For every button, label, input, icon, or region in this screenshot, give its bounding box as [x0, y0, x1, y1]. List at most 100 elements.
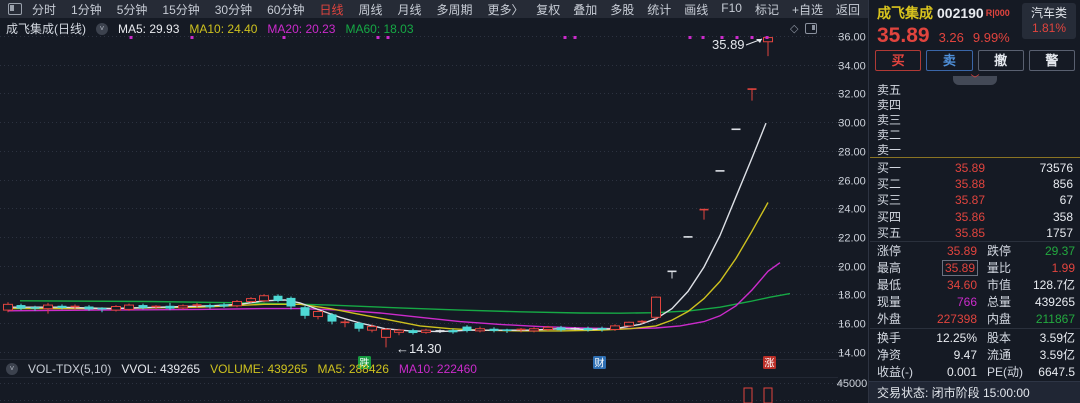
stat-row: 外盘227398内盘211867: [877, 311, 1075, 328]
stat-value: 35.89: [911, 260, 977, 277]
stat-label: 市值: [987, 277, 1011, 294]
candle-up: [314, 312, 323, 317]
quote-panel: 成飞集成002190R|000 汽车类 1.81% 35.893.269.99%…: [868, 0, 1080, 403]
stat-value: 439265: [1035, 294, 1075, 311]
y-axis-label: 26.00: [838, 176, 866, 188]
alert-button[interactable]: 警: [1029, 50, 1075, 71]
candle-up: [4, 304, 13, 310]
candle-down: [58, 306, 67, 308]
last-price: 35.89: [877, 24, 930, 47]
stat-row: 最高35.89量比1.99: [877, 260, 1075, 277]
ask-level-1[interactable]: 卖一: [877, 142, 1073, 158]
candle-down: [287, 298, 296, 307]
kline-chart[interactable]: 36.0034.0032.0030.0028.0026.0024.0022.00…: [0, 0, 868, 403]
candle-up: [112, 306, 121, 310]
low-price-label: ←14.30: [396, 341, 442, 356]
bid-level-1[interactable]: 买一35.8973576: [877, 160, 1073, 176]
candle-up: [179, 306, 188, 308]
ask-level-4[interactable]: 卖四: [877, 97, 1073, 113]
level-volume: 358: [1053, 209, 1073, 225]
stat-label: PE(动): [987, 364, 1023, 381]
ma-label: MA20: 20.23: [267, 22, 335, 36]
level-label: 卖五: [877, 83, 901, 97]
candle-up: [44, 305, 53, 309]
stat-row: 收益(-)0.001PE(动)6647.5: [877, 364, 1075, 381]
event-badge-label: 财: [595, 357, 605, 370]
stat-row: 净资9.47流通3.59亿: [877, 347, 1075, 364]
ma-label: MA5: 29.93: [118, 22, 179, 36]
bid-level-5[interactable]: 买五35.851757: [877, 225, 1073, 241]
level-label: 买二: [877, 177, 901, 191]
candle-up: [544, 327, 553, 329]
level-volume: 1757: [1046, 225, 1073, 241]
y-axis-label: 34.00: [838, 61, 866, 73]
ask-level-5[interactable]: 卖五: [877, 82, 1073, 98]
y-axis-label: 30.00: [838, 118, 866, 130]
stat-row: 最低34.60市值128.7亿: [877, 277, 1075, 294]
chart-title: 成飞集成(日线): [6, 20, 86, 37]
stock-name: 成飞集成: [877, 5, 933, 21]
candle-down: [85, 306, 94, 309]
trade-buttons: 买卖撤警: [875, 50, 1075, 71]
stat-label: 涨停: [877, 243, 901, 260]
stat-label: 收益(-): [877, 364, 913, 381]
indicator-values: VOL-TDX(5,10)VVOL: 439265VOLUME: 439265M…: [28, 362, 487, 376]
indicator-part: VOLUME: 439265: [210, 362, 307, 376]
chart-corner-icons: ◇: [790, 22, 817, 35]
price-header: 35.893.269.99%: [877, 24, 1010, 48]
stat-label: 外盘: [877, 311, 901, 328]
stat-value: 227398: [911, 311, 977, 328]
level-label: 卖一: [877, 143, 901, 157]
candle-up: [530, 329, 539, 331]
ask-level-3[interactable]: 卖三: [877, 112, 1073, 128]
volume-bar: [744, 388, 752, 403]
cancel-order-button[interactable]: 撤: [978, 50, 1024, 71]
level-label: 卖四: [877, 98, 901, 112]
candle-down: [17, 305, 26, 309]
y-axis-label: 16.00: [838, 319, 866, 331]
level-label: 买四: [877, 210, 901, 224]
diamond-marker-icon[interactable]: ◇: [790, 22, 798, 35]
level-label: 卖二: [877, 128, 901, 142]
stat-value: 211867: [1036, 311, 1075, 328]
stat-row: 涨停35.89跌停29.37: [877, 243, 1075, 260]
chevron-down-icon[interactable]: ˅: [6, 363, 18, 375]
candle-up: [382, 329, 391, 337]
bid-level-3[interactable]: 买三35.8767: [877, 192, 1073, 208]
stat-value: 128.7亿: [1033, 277, 1075, 294]
stat-value: 1.99: [1052, 260, 1075, 277]
stock-header: 成飞集成002190R|000: [877, 3, 1010, 23]
level-volume: 856: [1053, 176, 1073, 192]
stat-label: 净资: [877, 347, 901, 364]
stat-label: 现量: [877, 294, 901, 311]
candle-down: [220, 304, 229, 306]
y-axis-label: 22.00: [838, 233, 866, 245]
stat-value: 3.59亿: [1040, 347, 1075, 364]
industry-chip[interactable]: 汽车类 1.81%: [1022, 3, 1076, 39]
candle-up: [611, 326, 620, 330]
level-price: 35.89: [937, 160, 985, 176]
ma-labels: MA5: 29.93MA10: 24.40MA20: 20.23MA60: 18…: [118, 22, 424, 36]
bid-level-2[interactable]: 买二35.88856: [877, 176, 1073, 192]
bid-level-4[interactable]: 买四35.86358: [877, 209, 1073, 225]
buy-button[interactable]: 买: [875, 50, 921, 71]
stat-value: 35.89: [911, 243, 977, 260]
candle-down: [449, 330, 458, 332]
stat-label: 流通: [987, 347, 1011, 364]
level-label: 卖三: [877, 113, 901, 127]
ma-label: MA10: 24.40: [189, 22, 257, 36]
volume-axis-label: 45000: [837, 378, 868, 390]
stat-value: 34.60: [911, 277, 977, 294]
y-axis-label: 14.00: [838, 348, 866, 360]
snapshot-icon[interactable]: [805, 23, 817, 34]
volume-bar: [764, 388, 772, 403]
candle-down: [301, 307, 310, 316]
margin-tag: R|000: [986, 8, 1010, 18]
trade-status-bar: 交易状态: 闭市阶段 15:00:00: [869, 381, 1080, 403]
chevron-down-icon[interactable]: ˅: [96, 23, 108, 35]
stock-code: 002190: [937, 5, 984, 21]
stat-value: 29.37: [1045, 243, 1075, 260]
y-axis-label: 32.00: [838, 89, 866, 101]
sell-button[interactable]: 卖: [926, 50, 972, 71]
ask-level-2[interactable]: 卖二: [877, 127, 1073, 143]
